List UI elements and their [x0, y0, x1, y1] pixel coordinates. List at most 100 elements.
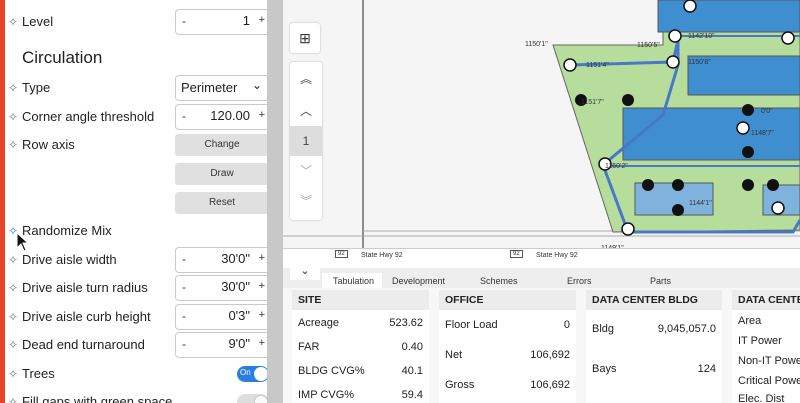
- fill-gaps-label: Fill gaps with green space: [22, 394, 173, 403]
- card-title: DATA CENTE: [732, 290, 800, 310]
- card-title: DATA CENTER BLDG: [586, 290, 722, 310]
- level-value[interactable]: 1: [243, 13, 250, 28]
- chevron-up-icon[interactable]: ︿: [290, 96, 322, 126]
- decrement-button[interactable]: -: [182, 109, 186, 123]
- collapse-chevron-icon[interactable]: ⌄: [290, 262, 320, 280]
- drive-aisle-curb-value[interactable]: 0'3": [228, 308, 250, 323]
- type-select-value: Perimeter: [181, 80, 238, 95]
- draw-button[interactable]: Draw: [175, 163, 269, 185]
- office-card: OFFICE Floor Load 0 Net 106,692 Gross 10…: [439, 290, 576, 403]
- circulation-heading: Circulation: [22, 48, 103, 67]
- drive-aisle-turn-stepper[interactable]: - 30'0" +: [175, 275, 271, 301]
- tab-errors[interactable]: Errors: [567, 276, 592, 286]
- decrement-button[interactable]: -: [182, 252, 186, 266]
- decrement-button[interactable]: -: [182, 337, 186, 351]
- card-title: SITE: [292, 290, 429, 310]
- level-label: Level: [22, 14, 54, 29]
- metric-label: Acreage: [298, 317, 339, 329]
- dimension-label: 1150'5": [637, 42, 660, 49]
- increment-button[interactable]: +: [259, 109, 265, 121]
- fill-gaps-toggle[interactable]: [237, 394, 269, 403]
- increment-button[interactable]: +: [259, 280, 265, 292]
- double-chevron-down-icon[interactable]: ︾: [290, 186, 322, 216]
- change-button[interactable]: Change: [175, 134, 269, 156]
- dead-end-label: Dead end turnaround: [22, 337, 145, 352]
- increment-button[interactable]: +: [259, 14, 265, 26]
- metric-value: 0: [563, 319, 570, 331]
- panel-splitter[interactable]: [267, 0, 283, 403]
- randomize-row: ✧ Randomize Mix: [5, 218, 278, 244]
- decrement-button[interactable]: -: [182, 280, 186, 294]
- reset-button[interactable]: Reset: [175, 192, 269, 214]
- metric-label: Floor Load: [445, 319, 498, 331]
- metric-label: Critical Powe: [738, 375, 800, 387]
- drive-aisle-width-value[interactable]: 30'0": [221, 251, 250, 266]
- type-label: Type: [22, 80, 51, 95]
- drive-aisle-curb-label: Drive aisle curb height: [22, 309, 151, 324]
- metric-value: 9,045,057.0: [657, 323, 716, 335]
- sparkle-icon[interactable]: ✧: [8, 138, 22, 152]
- tab-development[interactable]: Development: [392, 276, 445, 286]
- settings-panel: ✧ Level - 1 + Circulation ✧ Type Perimet…: [5, 0, 278, 403]
- corner-angle-value[interactable]: 120.00: [210, 108, 250, 123]
- drive-aisle-curb-stepper[interactable]: - 0'3" +: [175, 304, 271, 330]
- metric-label: FAR: [298, 341, 320, 353]
- sparkle-icon[interactable]: ✧: [8, 395, 22, 403]
- dimension-label: 1148'7": [751, 130, 774, 137]
- dead-end-row: ✧ Dead end turnaround - 9'0" +: [5, 332, 278, 358]
- double-chevron-up-icon[interactable]: ︽: [290, 64, 322, 94]
- metric-label: Bays: [592, 363, 617, 375]
- decrement-button[interactable]: -: [182, 14, 186, 28]
- dead-end-value[interactable]: 9'0": [228, 336, 250, 351]
- sparkle-icon[interactable]: ✧: [8, 367, 22, 381]
- increment-button[interactable]: +: [259, 309, 265, 321]
- type-select[interactable]: Perimeter ⌄: [175, 75, 269, 101]
- type-row: ✧ Type Perimeter ⌄: [5, 75, 278, 101]
- metric-value: 523.62: [389, 317, 423, 329]
- road-label: State Hwy 92: [361, 252, 403, 259]
- sparkle-icon[interactable]: ✧: [8, 338, 22, 352]
- corner-angle-stepper[interactable]: - 120.00 +: [175, 104, 271, 130]
- metric-label: Gross: [445, 379, 475, 391]
- dead-end-stepper[interactable]: - 9'0" +: [175, 332, 271, 358]
- drive-aisle-turn-value[interactable]: 30'0": [221, 279, 250, 294]
- tab-schemes[interactable]: Schemes: [480, 276, 518, 286]
- site-plan-canvas[interactable]: 1150'1" 1150'5" 1142'10" 1151'4" 1150'8"…: [283, 0, 800, 248]
- chevron-down-icon[interactable]: ﹀: [290, 156, 322, 186]
- sparkle-icon[interactable]: ✧: [8, 110, 22, 124]
- dimension-label: 1151'4": [586, 62, 609, 69]
- increment-button[interactable]: +: [259, 252, 265, 264]
- metric-value: 59.4: [401, 389, 423, 401]
- trees-toggle[interactable]: On: [237, 366, 269, 382]
- fill-gaps-row: ✧ Fill gaps with green space: [5, 389, 278, 403]
- metric-label: Bldg: [592, 323, 615, 335]
- road-label: State Hwy 92: [536, 252, 578, 259]
- sparkle-icon[interactable]: ✧: [8, 310, 22, 324]
- metric-value: 106,692: [530, 349, 570, 361]
- drive-aisle-width-row: ✧ Drive aisle width - 30'0" +: [5, 247, 278, 273]
- trees-row: ✧ Trees On: [5, 361, 278, 387]
- toggle-state: On: [240, 368, 251, 377]
- page-number-button[interactable]: 1: [290, 126, 322, 156]
- metric-label: BLDG CVG%: [298, 365, 365, 377]
- metric-value: 124: [697, 363, 716, 375]
- decrement-button[interactable]: -: [182, 309, 186, 323]
- level-stepper[interactable]: - 1 +: [175, 9, 271, 35]
- sparkle-icon[interactable]: ✧: [8, 15, 22, 29]
- dimension-label: 1150'1": [525, 41, 548, 48]
- sparkle-icon[interactable]: ✧: [8, 281, 22, 295]
- sparkle-icon[interactable]: ✧: [8, 253, 22, 267]
- metric-label: Net: [445, 349, 463, 361]
- increment-button[interactable]: +: [259, 337, 265, 349]
- tab-parts[interactable]: Parts: [650, 276, 671, 286]
- level-row: ✧ Level - 1 +: [5, 9, 278, 35]
- dimension-label: 1144'1": [689, 200, 712, 207]
- randomize-label: Randomize Mix: [22, 223, 112, 238]
- drive-aisle-width-stepper[interactable]: - 30'0" +: [175, 247, 271, 273]
- route-shield: 92: [335, 250, 348, 258]
- tab-tabulation[interactable]: Tabulation: [333, 276, 374, 286]
- dimension-label: 1151'7": [581, 99, 604, 106]
- corner-angle-label: Corner angle threshold: [22, 109, 155, 124]
- add-frame-button[interactable]: ⊞: [290, 23, 320, 53]
- sparkle-icon[interactable]: ✧: [8, 81, 22, 95]
